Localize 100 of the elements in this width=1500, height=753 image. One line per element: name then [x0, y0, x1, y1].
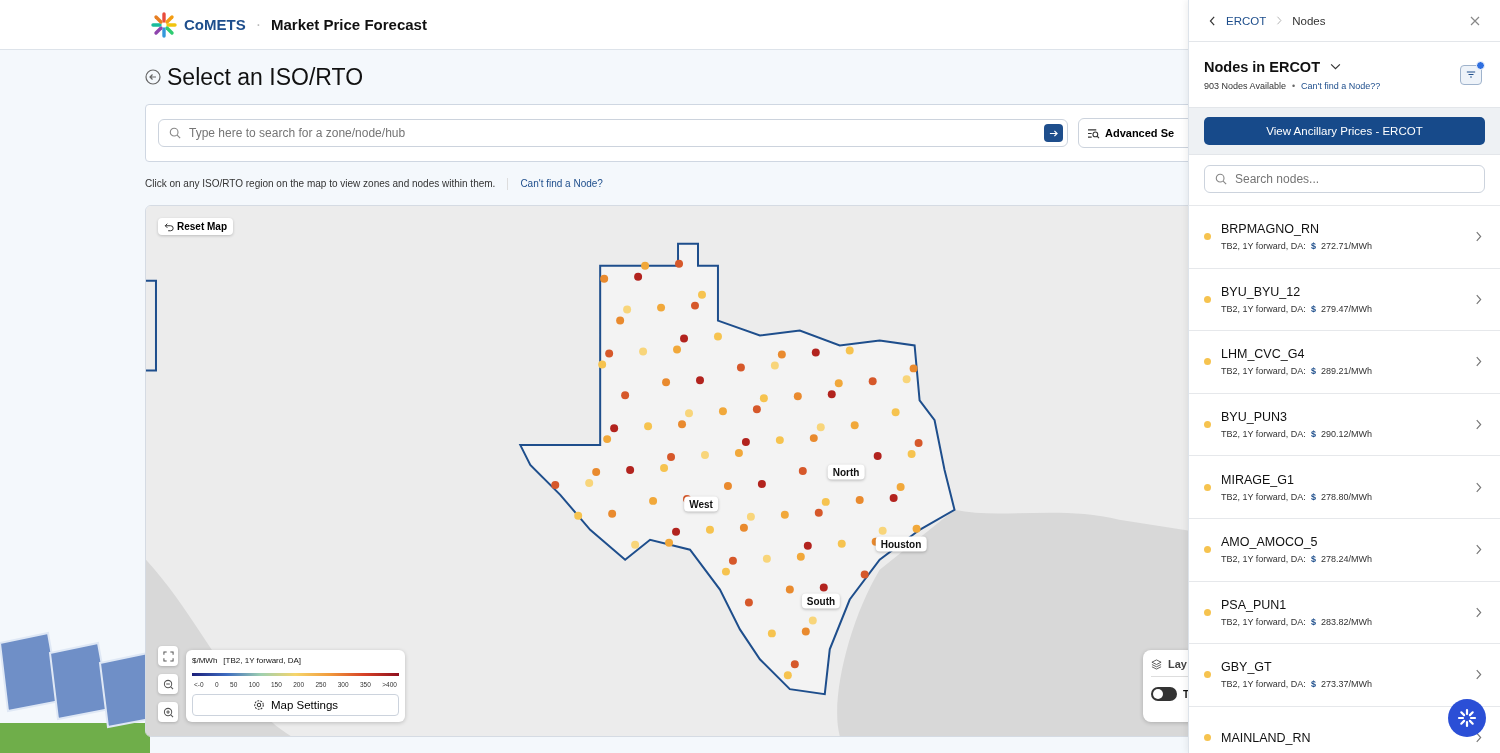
price-dot-icon: [1204, 546, 1211, 554]
node-price-label: TB2, 1Y forward, DA:: [1221, 366, 1306, 377]
advanced-search-button[interactable]: Advanced Se: [1078, 118, 1188, 148]
node-count: 903 Nodes Available: [1204, 80, 1286, 91]
header-separator: ·: [255, 15, 261, 34]
node-price: 289.21/MWh: [1320, 366, 1372, 377]
price-dot-icon: [1204, 608, 1211, 616]
search-field[interactable]: Type here to search for a zone/node/hub: [158, 119, 1068, 147]
layers-icon: [1151, 658, 1162, 670]
node-list-item[interactable]: BYU_BYU_12 TB2, 1Y forward, DA: $ 279.47/MWh: [1189, 267, 1500, 331]
zoom-out-button[interactable]: [158, 674, 178, 694]
chevron-right-icon: [1475, 481, 1482, 493]
node-name: BYU_PUN3: [1221, 410, 1288, 425]
logo-icon: [150, 10, 178, 39]
reset-map-button[interactable]: Reset Map: [158, 218, 233, 235]
node-name: BRPMAGNO_RN: [1221, 222, 1320, 237]
breadcrumb-link[interactable]: ERCOT: [1226, 14, 1267, 27]
zone-label[interactable]: South: [801, 593, 841, 609]
cant-find-node-link[interactable]: Can't find a Node??: [1301, 80, 1381, 91]
layers-title: Lay: [1168, 658, 1187, 670]
zone-label[interactable]: West: [684, 496, 718, 512]
node-search-field[interactable]: Search nodes...: [1204, 165, 1485, 193]
zone-label[interactable]: North: [827, 464, 865, 480]
chevron-down-icon[interactable]: [1330, 63, 1341, 70]
separator-dot: •: [1291, 80, 1296, 91]
chevron-right-icon: [1475, 606, 1482, 618]
map-settings-button[interactable]: Map Settings: [192, 694, 399, 716]
cant-find-node-link[interactable]: Can't find a Node?: [520, 178, 603, 189]
undo-icon: [164, 221, 174, 232]
price-dot-icon: [1204, 483, 1211, 491]
submit-button[interactable]: [1044, 124, 1063, 142]
currency-symbol: $: [1310, 616, 1316, 627]
price-dot-icon: [1204, 421, 1211, 429]
node-price-label: TB2, 1Y forward, DA:: [1221, 679, 1306, 690]
node-name: AMO_AMOCO_5: [1221, 535, 1319, 550]
legend-unit: $/MWh: [192, 656, 218, 665]
brand-name: CoMETS: [184, 16, 246, 33]
node-list-item[interactable]: MIRAGE_G1 TB2, 1Y forward, DA: $ 278.80/MWh: [1189, 455, 1500, 518]
currency-symbol: $: [1310, 679, 1316, 690]
chevron-right-icon: [1475, 544, 1482, 556]
chevron-right-icon: [1475, 356, 1482, 368]
chevron-right-icon: [1475, 231, 1482, 243]
node-list-item[interactable]: PSA_PUN1 TB2, 1Y forward, DA: $ 283.82/MWh: [1189, 580, 1500, 644]
view-ancillary-prices-button[interactable]: View Ancillary Prices - ERCOT: [1204, 117, 1485, 145]
node-name: LHM_CVC_G4: [1221, 347, 1306, 362]
hint-text: Click on any ISO/RTO region on the map to view zones and nodes within them.: [145, 178, 496, 189]
price-dot-icon: [1204, 295, 1211, 303]
node-name: GBY_GT: [1221, 660, 1273, 675]
filter-button[interactable]: [1460, 64, 1482, 85]
assistant-button[interactable]: [1448, 699, 1486, 737]
currency-symbol: $: [1310, 491, 1316, 502]
node-price: 283.82/MWh: [1320, 616, 1372, 627]
expand-icon: [162, 650, 174, 662]
currency-symbol: $: [1310, 366, 1316, 377]
price-dot-icon: [1204, 734, 1211, 742]
chevron-right-icon: [1475, 669, 1482, 681]
close-icon[interactable]: [1470, 15, 1480, 26]
node-name: BYU_BYU_12: [1221, 284, 1302, 299]
node-price: 290.12/MWh: [1320, 429, 1372, 440]
back-icon[interactable]: [145, 69, 161, 85]
node-list-item[interactable]: AMO_AMOCO_5 TB2, 1Y forward, DA: $ 278.24/MWh: [1189, 517, 1500, 581]
page-title: Select an ISO/RTO: [167, 63, 364, 91]
price-dot-icon: [1204, 233, 1211, 241]
zoom-in-button[interactable]: [158, 702, 178, 722]
zone-label[interactable]: Houston: [875, 536, 927, 552]
node-price-label: TB2, 1Y forward, DA:: [1221, 491, 1306, 502]
filter-icon: [1466, 70, 1476, 79]
node-price: 278.80/MWh: [1320, 491, 1372, 502]
node-price: 273.37/MWh: [1320, 679, 1372, 690]
search-icon: [1215, 173, 1227, 185]
price-dot-icon: [1204, 671, 1211, 679]
node-name: MAINLAND_RN: [1221, 730, 1312, 745]
fullscreen-button[interactable]: [158, 646, 178, 666]
currency-symbol: $: [1310, 429, 1316, 440]
back-chevron-icon[interactable]: [1209, 15, 1216, 26]
currency-symbol: $: [1310, 554, 1316, 565]
settings-icon: [252, 699, 265, 711]
node-list-item[interactable]: BYU_PUN3 TB2, 1Y forward, DA: $ 290.12/MWh: [1189, 392, 1500, 456]
layer-toggle[interactable]: [1151, 687, 1177, 701]
zoom-in-icon: [162, 706, 174, 718]
filter-search-icon: [1087, 127, 1100, 139]
app-title: Market Price Forecast: [271, 16, 427, 33]
chevron-right-icon: [1475, 293, 1482, 305]
node-price-label: TB2, 1Y forward, DA:: [1221, 303, 1306, 314]
panel-title[interactable]: Nodes in ERCOT: [1204, 58, 1320, 75]
node-price-label: TB2, 1Y forward, DA:: [1221, 554, 1306, 565]
node-price-label: TB2, 1Y forward, DA:: [1221, 241, 1306, 252]
node-name: PSA_PUN1: [1221, 597, 1288, 612]
breadcrumb-current: Nodes: [1292, 14, 1326, 27]
currency-symbol: $: [1310, 303, 1316, 314]
sparkle-icon: [1457, 708, 1477, 728]
price-dot-icon: [1204, 358, 1211, 366]
node-list-item[interactable]: BRPMAGNO_RN TB2, 1Y forward, DA: $ 272.71/MWh: [1189, 205, 1500, 268]
chevron-right-icon: [1276, 16, 1283, 25]
zoom-out-icon: [162, 678, 174, 690]
node-price: 278.24/MWh: [1320, 554, 1372, 565]
chevron-right-icon: [1475, 419, 1482, 431]
node-list-item[interactable]: LHM_CVC_G4 TB2, 1Y forward, DA: $ 289.21/MWh: [1189, 330, 1500, 393]
legend-scenario: [TB2, 1Y forward, DA]: [223, 656, 301, 665]
currency-symbol: $: [1310, 241, 1316, 252]
